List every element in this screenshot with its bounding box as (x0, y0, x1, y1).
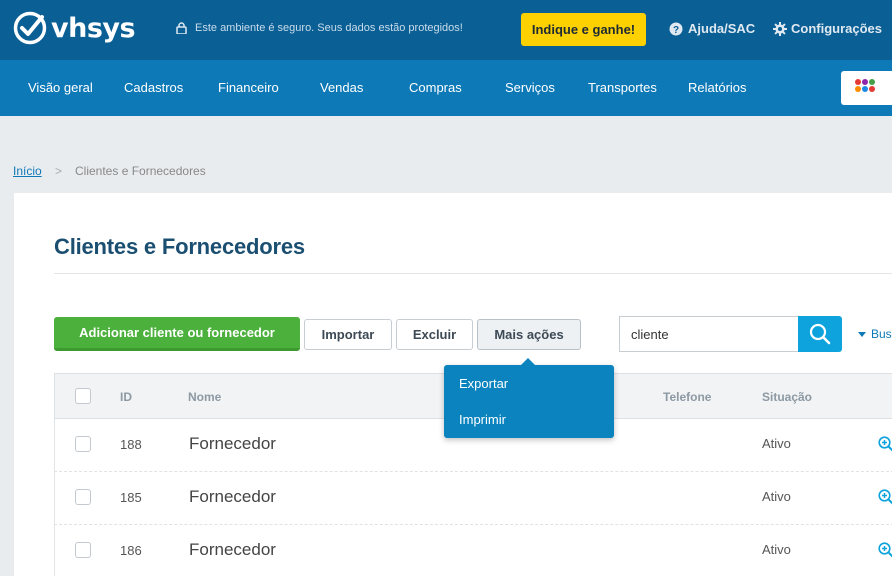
secure-text: Este ambiente é seguro. Seus dados estão… (195, 22, 463, 34)
advanced-search-toggle[interactable]: Bus (858, 327, 892, 341)
more-actions-button[interactable]: Mais ações (477, 319, 581, 350)
svg-text:?: ? (673, 25, 679, 36)
caret-down-icon (858, 331, 866, 337)
search-icon (809, 323, 831, 345)
settings-label: Configurações (791, 21, 883, 36)
help-label: Ajuda/SAC (688, 21, 756, 36)
delete-button[interactable]: Excluir (396, 319, 473, 350)
more-actions-menu: Exportar Imprimir (444, 358, 614, 438)
add-client-button[interactable]: Adicionar cliente ou fornecedor (54, 317, 300, 351)
question-circle-icon: ? (669, 22, 683, 36)
apps-grid-icon (855, 79, 875, 92)
import-button[interactable]: Importar (304, 319, 392, 350)
secure-notice: Este ambiente é seguro. Seus dados estão… (176, 22, 463, 34)
top-header: vhsys Este ambiente é seguro. Seus dados… (0, 0, 892, 60)
check-circle-icon (13, 11, 47, 45)
lock-icon (176, 22, 187, 34)
table-row[interactable]: 186 Fornecedor Ativo (54, 525, 892, 576)
zoom-in-icon[interactable] (878, 542, 892, 558)
column-header-id[interactable]: ID (120, 390, 132, 404)
search-input[interactable] (619, 316, 799, 352)
row-checkbox[interactable] (75, 436, 91, 452)
breadcrumb-separator: > (55, 164, 63, 178)
nav-item-servicos[interactable]: Serviços (505, 80, 555, 95)
help-link[interactable]: ? Ajuda/SAC (669, 21, 755, 36)
gear-icon (773, 21, 787, 36)
row-checkbox[interactable] (75, 489, 91, 505)
nav-item-relatorios[interactable]: Relatórios (688, 80, 747, 95)
row-checkbox[interactable] (75, 542, 91, 558)
title-divider (54, 273, 892, 274)
advanced-search-label: Bus (871, 327, 892, 341)
column-header-name[interactable]: Nome (188, 390, 221, 404)
main-nav: Visão geral Cadastros Financeiro Vendas … (0, 60, 892, 116)
cell-name[interactable]: Fornecedor (189, 434, 276, 454)
logo-text: vhsys (51, 12, 136, 44)
vhsys-logo[interactable]: vhsys (13, 11, 136, 45)
page-title: Clientes e Fornecedores (54, 234, 305, 259)
nav-item-visao-geral[interactable]: Visão geral (28, 80, 93, 95)
cell-name[interactable]: Fornecedor (189, 487, 276, 507)
menu-item-export[interactable]: Exportar (459, 376, 508, 391)
search-button[interactable] (798, 316, 842, 352)
column-header-phone[interactable]: Telefone (663, 390, 711, 404)
cell-id: 185 (120, 490, 142, 505)
cell-id: 188 (120, 437, 142, 452)
cell-status: Ativo (762, 542, 791, 557)
zoom-in-icon[interactable] (878, 436, 892, 452)
select-all-checkbox[interactable] (75, 388, 91, 404)
cell-name[interactable]: Fornecedor (189, 540, 276, 560)
table-row[interactable]: 185 Fornecedor Ativo (54, 472, 892, 525)
nav-item-compras[interactable]: Compras (409, 80, 462, 95)
zoom-in-icon[interactable] (878, 489, 892, 505)
nav-item-transportes[interactable]: Transportes (588, 80, 657, 95)
cell-status: Ativo (762, 436, 791, 451)
nav-item-vendas[interactable]: Vendas (320, 80, 363, 95)
cell-status: Ativo (762, 489, 791, 504)
apps-button[interactable] (841, 71, 892, 105)
nav-item-financeiro[interactable]: Financeiro (218, 80, 279, 95)
indique-button[interactable]: Indique e ganhe! (521, 13, 646, 46)
menu-item-print[interactable]: Imprimir (459, 412, 506, 427)
breadcrumb-home[interactable]: Início (13, 164, 42, 178)
nav-item-cadastros[interactable]: Cadastros (124, 80, 183, 95)
column-header-status[interactable]: Situação (762, 390, 812, 404)
cell-id: 186 (120, 543, 142, 558)
settings-link[interactable]: Configurações (773, 21, 882, 36)
breadcrumb-current: Clientes e Fornecedores (75, 164, 206, 178)
